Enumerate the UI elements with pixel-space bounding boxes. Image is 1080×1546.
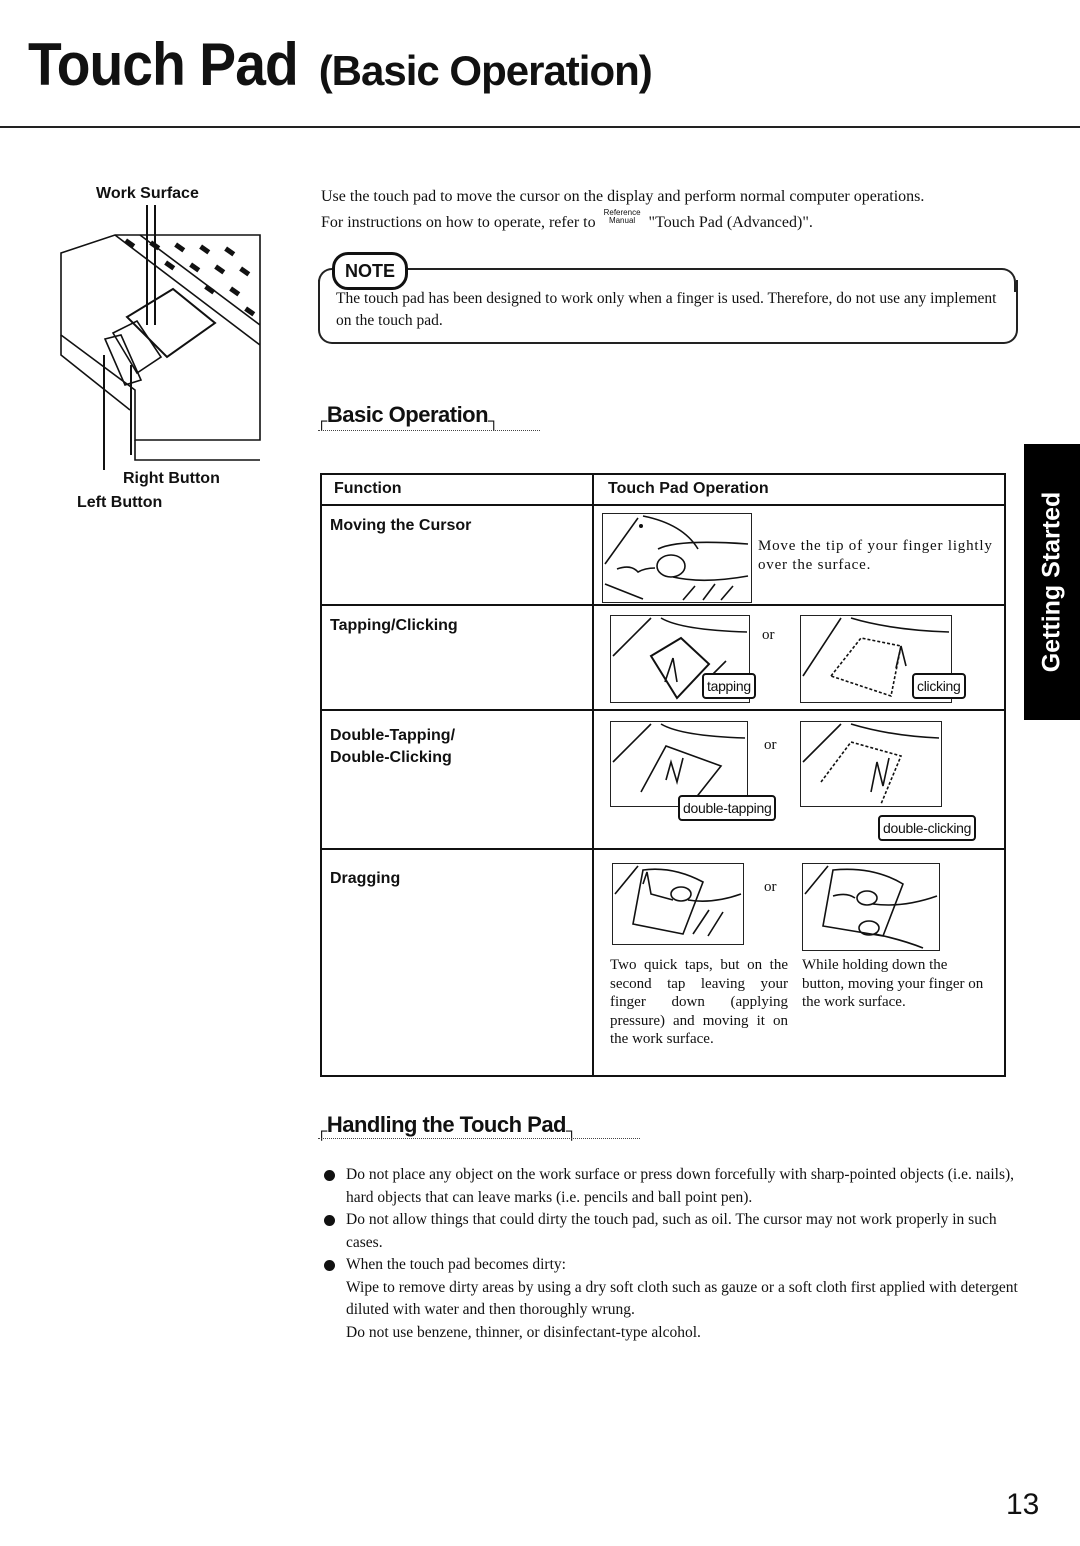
page-title: Touch Pad (Basic Operation) xyxy=(28,30,653,99)
dragging-tap-illustration xyxy=(612,863,744,945)
or-separator: or xyxy=(764,879,777,895)
tag-tapping: tapping xyxy=(702,673,756,699)
dragging-tap-description: Two quick taps, but on the second tap le… xyxy=(610,957,788,1047)
dragging-button-description: While holding down the button, moving yo… xyxy=(802,957,984,1010)
or-separator: or xyxy=(762,627,775,643)
or-separator: or xyxy=(764,737,777,753)
left-button-label: Left Button xyxy=(77,494,163,511)
chapter-tab-getting-started[interactable]: Getting Started xyxy=(1024,444,1080,720)
moving-cursor-description: Move the tip of your finger lightly over… xyxy=(758,538,993,573)
table-row-divider xyxy=(322,604,1004,606)
function-tapping-clicking: Tapping/Clicking xyxy=(330,617,458,634)
table-header-function: Function xyxy=(334,480,402,497)
section-heading-handling: ┌Handling the Touch Pad┐ xyxy=(316,1112,577,1140)
table-row-divider xyxy=(322,709,1004,711)
tag-double-tapping: double-tapping xyxy=(678,795,777,821)
double-clicking-illustration xyxy=(800,721,942,807)
tag-clicking: clicking xyxy=(912,673,966,699)
tag-double-clicking: double-clicking xyxy=(878,815,977,841)
section-heading-underline xyxy=(318,1138,640,1139)
reference-link-text[interactable]: "Touch Pad (Advanced)". xyxy=(649,214,813,231)
operations-table: Function Touch Pad Operation Moving the … xyxy=(320,473,1006,1077)
page-title-sub: (Basic Operation) xyxy=(318,47,653,94)
table-header-divider xyxy=(322,504,1004,506)
moving-cursor-illustration xyxy=(602,513,752,603)
handling-list: Do not place any object on the work surf… xyxy=(322,1164,1022,1344)
bullet-icon xyxy=(324,1170,335,1181)
right-button-label: Right Button xyxy=(123,470,220,487)
bullet-icon xyxy=(324,1260,335,1271)
title-divider xyxy=(0,126,1080,128)
function-double-tapping-clicking: Double-Tapping/ Double-Clicking xyxy=(330,727,456,766)
dragging-button-illustration xyxy=(802,863,940,951)
function-moving-cursor: Moving the Cursor xyxy=(330,517,472,534)
work-surface-label: Work Surface xyxy=(96,185,199,202)
section-heading-basic-operation: ┌Basic Operation┐ xyxy=(316,402,499,430)
page-title-main: Touch Pad xyxy=(28,31,299,98)
touchpad-laptop-illustration xyxy=(60,205,261,470)
reference-manual-badge[interactable]: Reference Manual xyxy=(604,209,641,225)
note-badge: NOTE xyxy=(332,252,408,290)
bullet-icon xyxy=(324,1215,335,1226)
table-header-operation: Touch Pad Operation xyxy=(608,480,769,497)
list-item: When the touch pad becomes dirty: Wipe t… xyxy=(322,1254,1022,1344)
function-dragging: Dragging xyxy=(330,870,401,887)
intro-line-2: For instructions on how to operate, refe… xyxy=(321,208,813,232)
note-text: The touch pad has been designed to work … xyxy=(336,290,997,329)
cleaning-warning: Do not use benzene, thinner, or disinfec… xyxy=(346,1323,701,1341)
intro-paragraph: Use the touch pad to move the cursor on … xyxy=(321,184,1021,235)
list-item: Do not allow things that could dirty the… xyxy=(322,1209,1022,1254)
list-item: Do not place any object on the work surf… xyxy=(322,1164,1022,1209)
page-number: 13 xyxy=(1006,1488,1040,1521)
table-column-divider xyxy=(592,475,594,1075)
section-heading-underline xyxy=(318,430,540,431)
cleaning-instructions: Wipe to remove dirty areas by using a dr… xyxy=(346,1278,1018,1319)
table-row-divider xyxy=(322,848,1004,850)
intro-line-1: Use the touch pad to move the cursor on … xyxy=(321,188,925,205)
chapter-tab-label: Getting Started xyxy=(1037,491,1066,673)
